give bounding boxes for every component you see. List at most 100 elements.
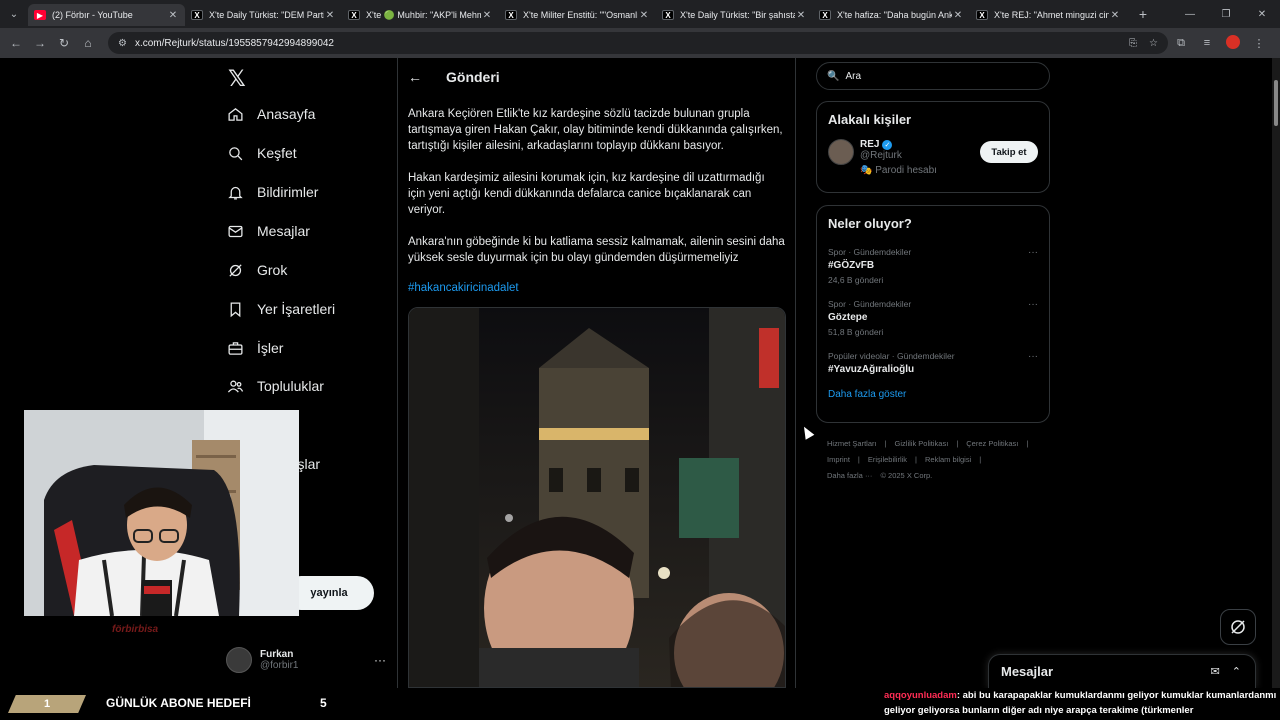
account-switcher[interactable]: Furkan @forbir1 ··· bbox=[226, 642, 386, 678]
x-logo-icon[interactable]: 𝕏 bbox=[228, 66, 246, 92]
verified-badge-icon: ✓ bbox=[882, 139, 893, 150]
browser-tab[interactable]: X X'te Daily Türkist: "DEM Parti Sö✕ bbox=[185, 4, 342, 26]
stream-bottom-bar: 1 GÜNLÜK ABONE HEDEFİ 5 aqqoyunluadam: a… bbox=[0, 688, 1280, 720]
tab-search-icon[interactable]: ⌄ bbox=[0, 0, 28, 28]
close-tab-icon[interactable]: ✕ bbox=[324, 10, 336, 21]
goal-label: GÜNLÜK ABONE HEDEFİ bbox=[106, 696, 251, 710]
nav-item-5[interactable]: Grok bbox=[226, 261, 287, 279]
follow-button[interactable]: Takip et bbox=[980, 141, 1038, 163]
home-icon[interactable]: ⌂ bbox=[76, 36, 100, 50]
footer-separator: | bbox=[979, 455, 982, 464]
tab-title: X'te Daily Türkist: "DEM Parti Sö bbox=[209, 10, 324, 20]
tab-title: X'te hafiza: "Daha bugün Ankar bbox=[837, 10, 952, 20]
tab-title: X'te Militer Enstitü: ""Osmanlı'd bbox=[523, 10, 638, 20]
footer-link[interactable]: Erişilebilirlik bbox=[868, 455, 907, 464]
extensions-icon[interactable]: ⧉ bbox=[1168, 37, 1194, 50]
nav-item-4[interactable]: Mesajlar bbox=[226, 222, 310, 240]
close-tab-icon[interactable]: ✕ bbox=[481, 10, 493, 21]
close-tab-icon[interactable]: ✕ bbox=[167, 10, 179, 21]
browser-menu-icon[interactable]: ⋮ bbox=[1246, 37, 1272, 50]
bell-icon bbox=[226, 183, 244, 201]
nav-item-8[interactable]: Topluluklar bbox=[226, 377, 324, 395]
scrollbar-thumb[interactable] bbox=[1274, 80, 1278, 126]
post-paragraph: Ankara'nın göbeğinde ki bu katliama sess… bbox=[408, 236, 785, 264]
more-dots-icon[interactable]: ··· bbox=[1028, 351, 1038, 362]
browser-tab[interactable]: X X'te Militer Enstitü: ""Osmanlı'd ✕ bbox=[499, 4, 656, 26]
minimize-icon[interactable]: — bbox=[1172, 9, 1208, 20]
trend-item[interactable]: Spor · Gündemdekiler Göztepe 51,8 B gönder… bbox=[817, 299, 1049, 337]
more-dots-icon[interactable]: ··· bbox=[1028, 247, 1038, 258]
footer-link[interactable]: Daha fazla ··· bbox=[827, 471, 872, 480]
media-controls-icon[interactable]: ≡ bbox=[1194, 37, 1220, 49]
close-tab-icon[interactable]: ✕ bbox=[795, 10, 807, 21]
nav-item-7[interactable]: İşler bbox=[226, 339, 283, 357]
close-window-icon[interactable]: ✕ bbox=[1244, 9, 1280, 20]
webcam-feed bbox=[24, 410, 299, 616]
nav-item-label: Grok bbox=[257, 262, 288, 278]
forward-icon[interactable]: → bbox=[28, 36, 52, 50]
trend-item[interactable]: Spor · Gündemdekiler #GÖZvFB 24,6 B gönder… bbox=[817, 247, 1049, 285]
nav-item-6[interactable]: Yer İşaretleri bbox=[226, 300, 335, 318]
nav-item-2[interactable]: Keşfet bbox=[226, 144, 297, 162]
footer-link[interactable]: Hizmet Şartları bbox=[827, 439, 877, 448]
reload-icon[interactable]: ↻ bbox=[52, 36, 76, 50]
x-icon: X bbox=[819, 10, 831, 20]
more-dots-icon[interactable]: ··· bbox=[374, 653, 386, 667]
browser-tab[interactable]: X X'te 🟢 Muhbir: "AKP'li Mehme ✕ bbox=[342, 4, 499, 26]
search-icon: 🔍 bbox=[827, 70, 840, 82]
nav-item-label: Topluluklar bbox=[257, 378, 324, 394]
new-tab-button[interactable]: + bbox=[1131, 2, 1155, 26]
close-tab-icon[interactable]: ✕ bbox=[638, 10, 650, 21]
x-icon: X bbox=[348, 10, 360, 20]
footer-link[interactable]: Imprint bbox=[827, 455, 850, 464]
chat-message: aqqoyunluadam: abi bu karapapaklar kumuk… bbox=[884, 688, 1280, 718]
post-column: ← Gönderi Ankara Keçiören Etlik'te kız k… bbox=[397, 58, 796, 688]
trend-count: 24,6 B gönderi bbox=[828, 275, 884, 285]
nav-item-1[interactable]: Anasayfa bbox=[226, 105, 315, 123]
install-app-icon[interactable]: ⎘ bbox=[1129, 38, 1137, 49]
trends-title: Neler oluyor? bbox=[828, 216, 912, 231]
browser-tab[interactable]: X X'te REJ: "Ahmet minguzi cinay ✕ bbox=[970, 4, 1127, 26]
search-input[interactable]: 🔍 Ara bbox=[816, 62, 1050, 90]
site-info-icon[interactable]: ⚙ bbox=[118, 38, 127, 49]
bookmark-star-icon[interactable]: ☆ bbox=[1149, 38, 1158, 49]
new-message-icon[interactable]: ✉ bbox=[1211, 665, 1220, 678]
x-icon: X bbox=[191, 10, 203, 20]
chat-username: aqqoyunluadam bbox=[884, 690, 957, 701]
close-tab-icon[interactable]: ✕ bbox=[952, 10, 964, 21]
close-tab-icon[interactable]: ✕ bbox=[1109, 10, 1121, 21]
footer-link[interactable]: © 2025 X Corp. bbox=[880, 471, 932, 480]
mail-icon bbox=[226, 222, 244, 240]
show-more-link[interactable]: Daha fazla göster bbox=[817, 389, 1049, 400]
stream-brand-logo: förbirbisa bbox=[112, 624, 159, 635]
footer-link[interactable]: Çerez Politikası bbox=[966, 439, 1018, 448]
trend-name: #GÖZvFB bbox=[828, 260, 875, 271]
footer-link[interactable]: Gizlilik Politikası bbox=[895, 439, 949, 448]
x-icon: X bbox=[662, 10, 674, 20]
avatar[interactable] bbox=[828, 139, 854, 165]
grok-floating-button[interactable] bbox=[1220, 609, 1256, 645]
person-handle: @Rejturk bbox=[860, 150, 902, 161]
profile-icon[interactable] bbox=[1220, 34, 1246, 52]
avatar bbox=[226, 647, 252, 673]
page-scrollbar[interactable] bbox=[1272, 58, 1280, 688]
expand-up-icon[interactable]: ⌃ bbox=[1232, 665, 1241, 678]
browser-tab[interactable]: ▶ (2) Förbır - YouTube ✕ bbox=[28, 4, 185, 26]
browser-tab[interactable]: X X'te Daily Türkist: "Bir şahıstan ✕ bbox=[656, 4, 813, 26]
browser-tab[interactable]: X X'te hafiza: "Daha bugün Ankar ✕ bbox=[813, 4, 970, 26]
nav-item-label: İşler bbox=[257, 340, 284, 356]
footer-link[interactable]: Reklam bilgisi bbox=[925, 455, 971, 464]
trend-item[interactable]: Popüler videolar · Gündemdekiler #YavuzAğ… bbox=[817, 351, 1049, 375]
more-dots-icon[interactable]: ··· bbox=[1028, 299, 1038, 310]
messages-drawer[interactable]: Mesajlar ✉ ⌃ bbox=[988, 654, 1256, 688]
hashtag-link[interactable]: #hakancakiricinadalet bbox=[398, 282, 795, 294]
nav-item-3[interactable]: Bildirimler bbox=[226, 183, 318, 201]
person-name: REJ bbox=[860, 139, 880, 150]
address-bar[interactable]: ⚙ x.com/Rejturk/status/19558579429948990… bbox=[108, 32, 1168, 54]
back-icon[interactable]: ← bbox=[4, 36, 28, 50]
post-photo[interactable] bbox=[408, 307, 786, 688]
restore-icon[interactable]: ❐ bbox=[1208, 9, 1244, 20]
messages-drawer-title: Mesajlar bbox=[1001, 664, 1054, 679]
back-arrow-icon[interactable]: ← bbox=[408, 69, 438, 85]
relevant-person[interactable]: REJ ✓ @Rejturk 🎭 Parodi hesabı Takip et bbox=[817, 139, 1049, 176]
